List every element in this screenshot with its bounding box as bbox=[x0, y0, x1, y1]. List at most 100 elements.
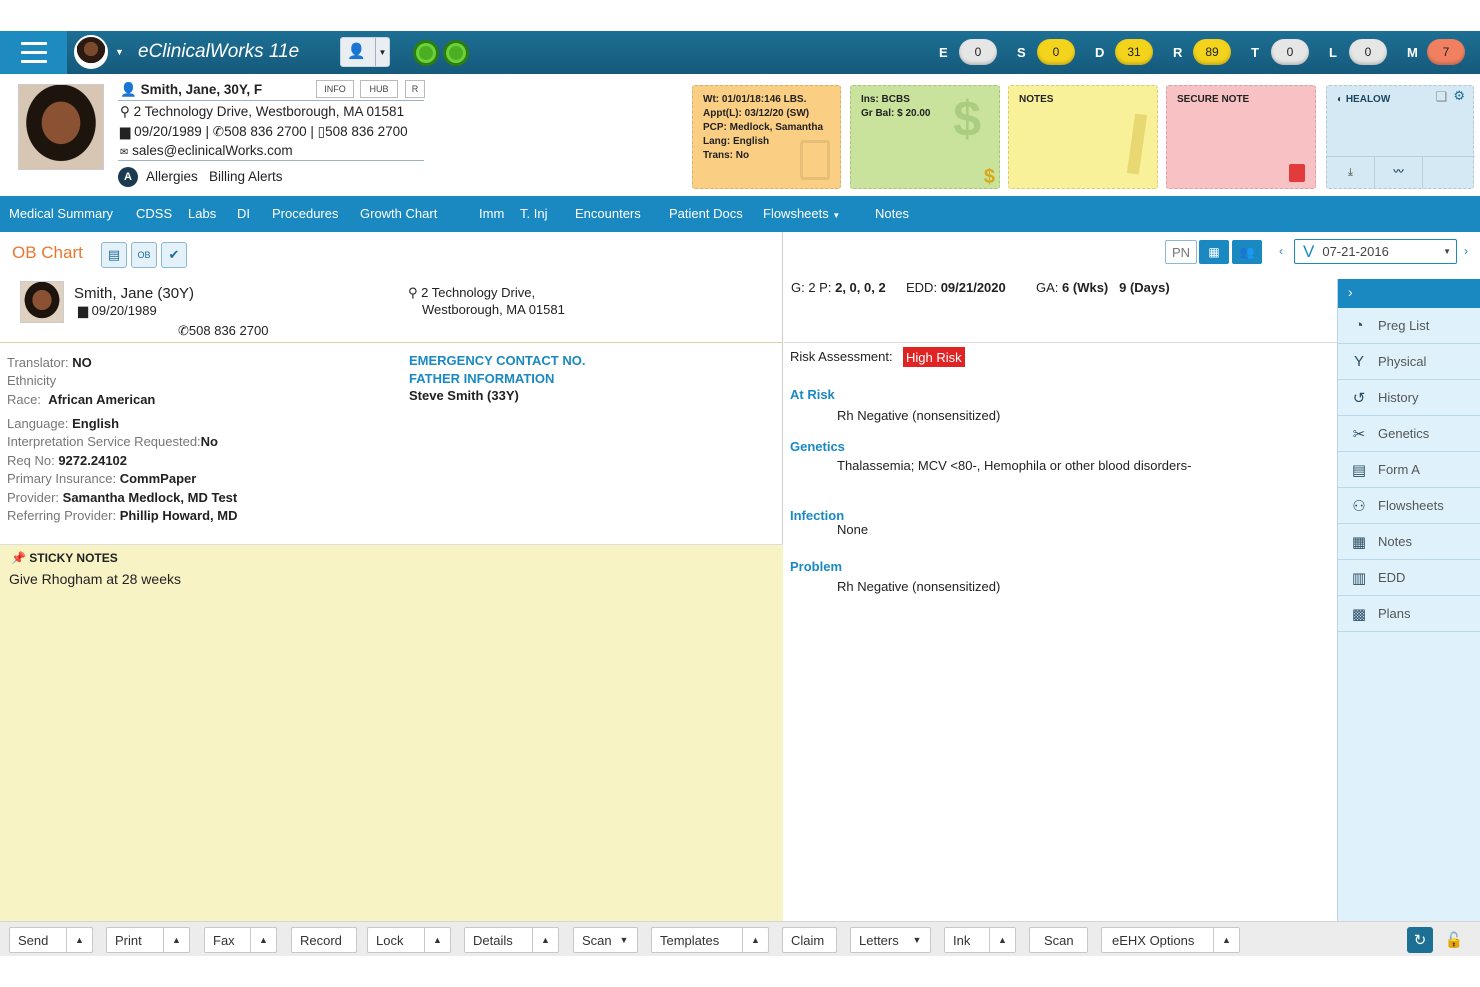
sidebar-item-label: Notes bbox=[1378, 534, 1412, 549]
tab-growth-chart[interactable]: Growth Chart bbox=[360, 206, 437, 221]
tab-patient-docs[interactable]: Patient Docs bbox=[669, 206, 743, 221]
chevron-up-icon[interactable]: ▲ bbox=[532, 928, 558, 952]
tab-t-inj[interactable]: T. Inj bbox=[520, 206, 547, 221]
chevron-up-icon[interactable]: ▲ bbox=[424, 928, 450, 952]
tab-di[interactable]: DI bbox=[237, 206, 250, 221]
visit-date-select[interactable]: V 07-21-2016 ▼ bbox=[1294, 239, 1457, 264]
fax-button[interactable]: Fax ▲ bbox=[204, 927, 277, 953]
chevron-up-icon[interactable]: ▲ bbox=[989, 928, 1015, 952]
cake-icon: ▆ bbox=[78, 303, 88, 318]
check-icon[interactable]: ✔ bbox=[161, 242, 187, 268]
chevron-up-icon[interactable]: ▲ bbox=[1213, 928, 1239, 952]
chevron-down-icon: ▼ bbox=[832, 211, 841, 220]
sidebar-item-form-a[interactable]: ▤ Form A bbox=[1338, 452, 1480, 488]
chevron-up-icon[interactable]: ▲ bbox=[66, 928, 92, 952]
sidebar-item-history[interactable]: ↺ History bbox=[1338, 380, 1480, 416]
chevron-up-icon[interactable]: ▲ bbox=[742, 928, 768, 952]
send-button[interactable]: Send ▲ bbox=[9, 927, 93, 953]
trend-icon[interactable]: 〰 bbox=[1375, 157, 1423, 188]
counter-r[interactable]: R 89 bbox=[1173, 39, 1231, 65]
chevron-up-icon[interactable]: ▲ bbox=[250, 928, 276, 952]
sidebar-item-notes[interactable]: ▦ Notes bbox=[1338, 524, 1480, 560]
chevron-down-icon[interactable]: ▼ bbox=[904, 928, 930, 952]
r-button[interactable]: R bbox=[405, 80, 425, 98]
tab-flowsheets[interactable]: Flowsheets ▼ bbox=[763, 206, 840, 221]
counter-l[interactable]: L0 bbox=[1329, 39, 1387, 65]
unlock-icon[interactable]: 🔓 bbox=[1443, 928, 1465, 952]
counter-e[interactable]: E0 bbox=[939, 39, 997, 65]
patient-photo[interactable] bbox=[18, 84, 104, 170]
emergency-contact-header[interactable]: EMERGENCY CONTACT NO. bbox=[409, 353, 585, 368]
sidebar-item-preg-list[interactable]: ◔ Preg List bbox=[1338, 308, 1480, 344]
patient-mobile: 508 836 2700 bbox=[325, 124, 408, 139]
document-icon[interactable]: ▦ bbox=[1199, 240, 1229, 264]
notes-card[interactable]: NOTES bbox=[1008, 85, 1158, 189]
chevron-down-icon[interactable]: ▼ bbox=[611, 928, 637, 952]
chevron-up-icon[interactable]: ▲ bbox=[163, 928, 189, 952]
chevron-left-icon[interactable]: ‹ bbox=[1279, 244, 1283, 258]
dollar-small-icon: $ bbox=[983, 166, 995, 188]
patient-address-line: ⚲ 2 Technology Drive, Westborough, MA 01… bbox=[120, 104, 404, 120]
eehx-options-button[interactable]: eEHX Options ▲ bbox=[1101, 927, 1240, 953]
status-green-dot-1[interactable] bbox=[413, 40, 439, 66]
sidebar-item-genetics[interactable]: ✂ Genetics bbox=[1338, 416, 1480, 452]
status-green-dot-2[interactable] bbox=[443, 40, 469, 66]
record-button[interactable]: Record bbox=[291, 927, 357, 953]
details-button[interactable]: Details ▲ bbox=[464, 927, 559, 953]
info-button[interactable]: INFO bbox=[316, 80, 354, 98]
button-label: Ink bbox=[953, 932, 971, 948]
templates-button[interactable]: Templates ▲ bbox=[651, 927, 769, 953]
bookmark-icon[interactable]: ❏ bbox=[1435, 90, 1447, 104]
refresh-icon[interactable]: ↻ bbox=[1407, 927, 1433, 953]
counter-m[interactable]: M7 bbox=[1407, 39, 1465, 65]
gear-icon[interactable]: ⚙ bbox=[1453, 89, 1465, 103]
sticky-notes-panel[interactable] bbox=[0, 544, 783, 921]
tab-labs[interactable]: Labs bbox=[188, 206, 216, 221]
secure-note-card[interactable]: SECURE NOTE bbox=[1166, 85, 1316, 189]
tab-notes[interactable]: Notes bbox=[875, 206, 909, 221]
tab-procedures[interactable]: Procedures bbox=[272, 206, 338, 221]
sidebar-item-physical[interactable]: Y Physical bbox=[1338, 344, 1480, 380]
vitals-card[interactable]: Wt: 01/01/18:146 LBS. Appt(L): 03/12/20 … bbox=[692, 85, 841, 189]
tab-cdss[interactable]: CDSS bbox=[136, 206, 172, 221]
billing-alerts-link[interactable]: Billing Alerts bbox=[209, 169, 283, 184]
people-icon[interactable]: 👥 bbox=[1232, 240, 1262, 264]
chevron-down-icon[interactable]: ▼ bbox=[115, 47, 124, 57]
claim-button[interactable]: Claim bbox=[782, 927, 837, 953]
letters-button[interactable]: Letters ▼ bbox=[850, 927, 931, 953]
ob-address-line-1: ⚲ 2 Technology Drive, bbox=[408, 285, 535, 301]
notes-icon: ▦ bbox=[1351, 533, 1367, 551]
tab-imm[interactable]: Imm bbox=[479, 206, 504, 221]
ob-icon[interactable]: OB bbox=[131, 242, 157, 268]
collapse-sidebar-button[interactable]: › bbox=[1338, 279, 1480, 308]
chevron-right-icon[interactable]: › bbox=[1464, 244, 1468, 258]
pn-button[interactable]: PN bbox=[1165, 240, 1197, 264]
counter-d[interactable]: D 31 bbox=[1095, 39, 1153, 65]
sticky-note-text: Give Rhogham at 28 weeks bbox=[9, 571, 181, 587]
father-info-header[interactable]: FATHER INFORMATION bbox=[409, 371, 554, 386]
sidebar-item-flowsheets[interactable]: ⚇ Flowsheets bbox=[1338, 488, 1480, 524]
scan-button[interactable]: Scan bbox=[1029, 927, 1088, 953]
healow-card[interactable]: ◐ HEALOW ❏ ⚙ ⤓ 〰 bbox=[1326, 85, 1475, 189]
tab-encounters[interactable]: Encounters bbox=[575, 206, 641, 221]
user-avatar[interactable] bbox=[74, 35, 108, 69]
tab-medical-summary[interactable]: Medical Summary bbox=[9, 206, 113, 221]
print-icon[interactable]: ▤ bbox=[101, 242, 127, 268]
patient-search-button[interactable]: 👤 ▼ bbox=[340, 37, 390, 67]
allergy-alert-icon[interactable]: A bbox=[118, 167, 138, 187]
ob-address-2: Westborough, MA 01581 bbox=[422, 302, 565, 317]
allergies-link[interactable]: Allergies bbox=[146, 169, 198, 184]
counter-s[interactable]: S0 bbox=[1017, 39, 1075, 65]
sidebar-item-plans[interactable]: ▩ Plans bbox=[1338, 596, 1480, 632]
ink-button[interactable]: Ink ▲ bbox=[944, 927, 1016, 953]
scan-dropdown-button[interactable]: Scan ▼ bbox=[573, 927, 638, 953]
lock-button[interactable]: Lock ▲ bbox=[367, 927, 451, 953]
counter-t[interactable]: T0 bbox=[1251, 39, 1309, 65]
hub-button[interactable]: HUB bbox=[360, 80, 398, 98]
patient-email[interactable]: sales@eclinicalWorks.com bbox=[132, 143, 293, 158]
download-icon[interactable]: ⤓ bbox=[1327, 157, 1375, 188]
insurance-card[interactable]: Ins: BCBS Gr Bal: $ 20.00 $ $ bbox=[850, 85, 1000, 189]
print-button[interactable]: Print ▲ bbox=[106, 927, 190, 953]
hamburger-menu-button[interactable] bbox=[0, 31, 67, 74]
sidebar-item-edd[interactable]: ▥ EDD bbox=[1338, 560, 1480, 596]
